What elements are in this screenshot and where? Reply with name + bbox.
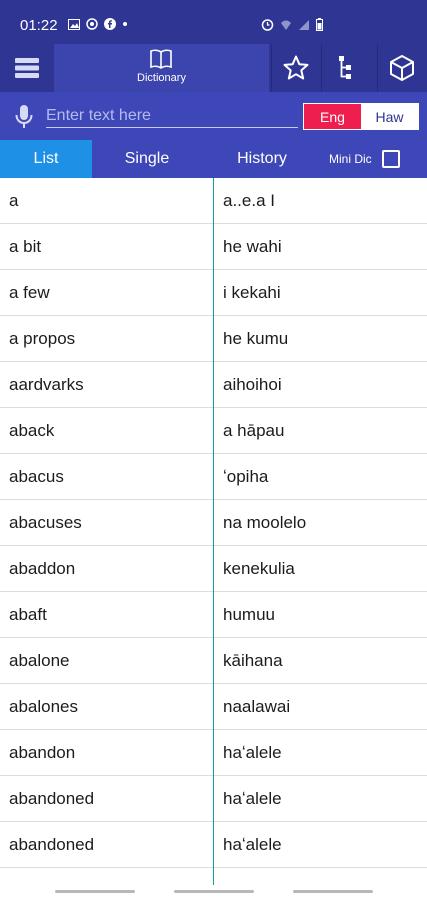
facebook-icon [104, 18, 116, 30]
status-right-icons [261, 18, 323, 31]
dictionary-tab[interactable]: Dictionary [54, 44, 269, 92]
english-word: abandoned [9, 789, 95, 808]
microphone-icon[interactable] [14, 104, 34, 130]
english-word: abandon [9, 743, 76, 762]
gallery-icon [68, 18, 80, 30]
tab-list[interactable]: List [0, 140, 92, 178]
wifi-icon [281, 20, 291, 30]
english-word: abacuses [9, 513, 82, 532]
english-word: a bit [9, 237, 42, 256]
whatsapp-icon [86, 18, 98, 30]
english-word: abandoned [9, 835, 95, 854]
english-word: aback [9, 421, 55, 440]
hawaiian-word: i kekahi [223, 283, 281, 302]
dictionary-label: Dictionary [137, 72, 186, 84]
nav-home[interactable] [174, 890, 254, 893]
menu-icon [15, 58, 39, 78]
mini-dic-checkbox[interactable] [381, 150, 400, 168]
tab-history[interactable]: History [212, 140, 312, 178]
status-bar: 01:22 [0, 0, 427, 44]
hawaiian-word: kenekulia [223, 559, 295, 578]
english-word: abacus [9, 467, 64, 486]
tab-bar: List Single History Mini Dic [0, 140, 427, 178]
tab-single[interactable]: Single [96, 140, 198, 178]
hawaiian-word: aihoihoi [223, 375, 282, 394]
signal-icon [299, 19, 309, 30]
battery-icon [316, 18, 323, 31]
hawaiian-word: haʻalele [223, 743, 282, 762]
tree-view-button[interactable] [321, 44, 369, 92]
star-icon [283, 55, 308, 80]
english-word: a propos [9, 329, 76, 348]
english-word: abaft [9, 605, 47, 624]
cube-icon [389, 55, 414, 81]
english-word: abalone [9, 651, 70, 670]
status-left-icons [68, 18, 128, 30]
hawaiian-word: ʻopiha [223, 467, 269, 486]
hawaiian-word: naalawai [223, 697, 291, 716]
hawaiian-word: a..e.a I [223, 191, 275, 210]
mini-dic-toggle[interactable]: Mini Dic [329, 140, 400, 178]
hawaiian-word: kāihana [223, 651, 283, 670]
hawaiian-word: haʻalele [223, 789, 282, 808]
system-nav-bar [0, 885, 427, 900]
status-time: 01:22 [20, 17, 58, 34]
hawaiian-word: na moolelo [223, 513, 307, 532]
haw-button[interactable]: Haw [361, 104, 418, 129]
english-word: abalones [9, 697, 79, 716]
hawaiian-word: a hāpau [223, 421, 285, 440]
eng-button[interactable]: Eng [304, 104, 361, 129]
book-icon [150, 49, 172, 69]
english-word: a few [9, 283, 50, 302]
search-input[interactable] [46, 104, 298, 128]
toolbar: Dictionary [0, 44, 427, 92]
english-word: a [9, 191, 19, 210]
english-word: abaddon [9, 559, 76, 578]
nav-back[interactable] [293, 890, 373, 893]
column-divider [213, 178, 214, 885]
alarm-icon [261, 19, 274, 31]
tree-icon [338, 56, 351, 79]
dot-icon [123, 22, 127, 26]
hawaiian-word: humuu [223, 605, 275, 624]
hawaiian-word: haʻalele [223, 835, 282, 854]
menu-button[interactable] [0, 44, 54, 92]
favorites-button[interactable] [271, 44, 319, 92]
language-toggle: Eng Haw [303, 103, 419, 130]
hawaiian-word: he kumu [223, 329, 289, 348]
english-word: aardvarks [9, 375, 84, 394]
nav-recents[interactable] [55, 890, 135, 893]
cube-button[interactable] [377, 44, 425, 92]
hawaiian-word: he wahi [223, 237, 282, 256]
mini-dic-label: Mini Dic [329, 152, 372, 166]
